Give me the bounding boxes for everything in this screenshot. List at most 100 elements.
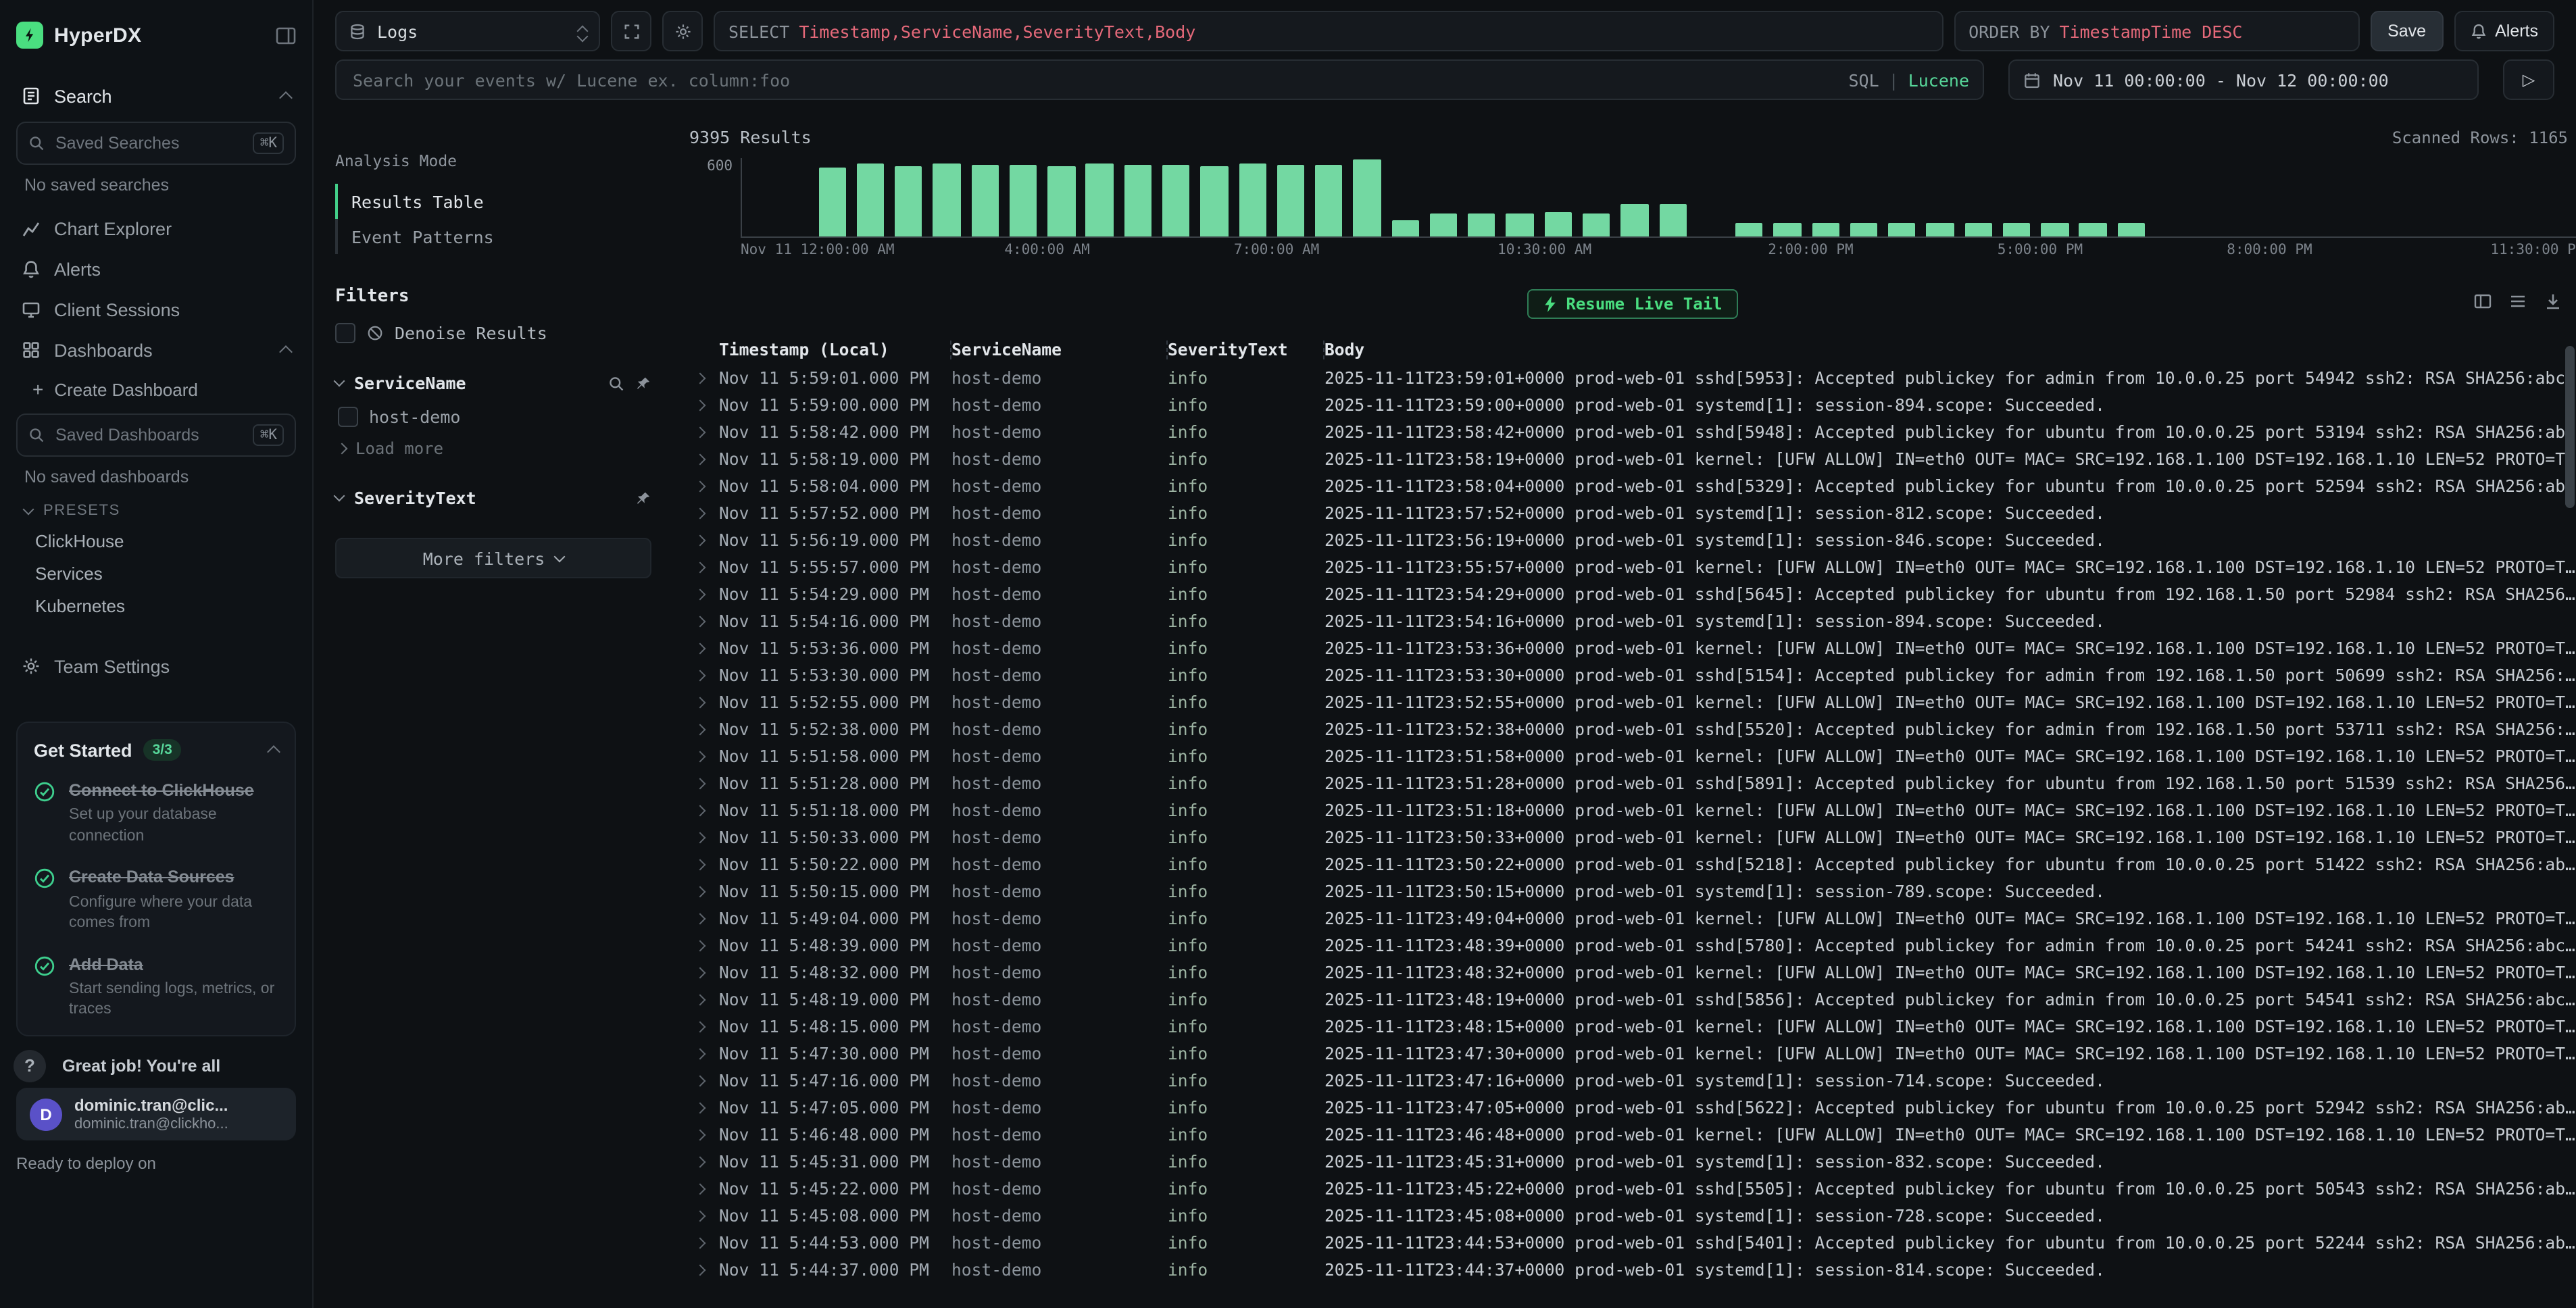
histogram-bar[interactable]: [1659, 205, 1687, 236]
table-row[interactable]: Nov 11 5:44:37.000 PM host-demo info 202…: [689, 1257, 2576, 1284]
get-started-item[interactable]: Connect to ClickHouse Set up your databa…: [34, 780, 278, 848]
load-more-button[interactable]: Load more: [335, 439, 651, 458]
histogram-bar[interactable]: [1506, 213, 1534, 236]
scrollbar-thumb[interactable]: [2565, 346, 2575, 508]
event-search-field[interactable]: SQL | Lucene: [335, 59, 1984, 100]
expand-row-button[interactable]: [689, 428, 719, 436]
expand-row-button[interactable]: [689, 969, 719, 977]
expand-row-button[interactable]: [689, 1077, 719, 1085]
denoise-results-checkbox[interactable]: Denoise Results: [335, 323, 651, 343]
table-row[interactable]: Nov 11 5:50:22.000 PM host-demo info 202…: [689, 851, 2576, 878]
histogram-bar[interactable]: [1964, 224, 1992, 236]
table-row[interactable]: Nov 11 5:45:08.000 PM host-demo info 202…: [689, 1203, 2576, 1230]
facet-severitytext-header[interactable]: SeverityText: [335, 488, 651, 508]
histogram-bar[interactable]: [1010, 165, 1037, 236]
run-query-button[interactable]: ▷: [2503, 59, 2554, 100]
histogram-bar[interactable]: [2079, 223, 2107, 236]
mode-event-patterns[interactable]: Event Patterns: [335, 219, 651, 254]
table-row[interactable]: Nov 11 5:50:33.000 PM host-demo info 202…: [689, 824, 2576, 851]
sql-mode-option[interactable]: SQL: [1848, 70, 1879, 90]
search-input[interactable]: [350, 68, 1837, 91]
expand-view-button[interactable]: [611, 11, 651, 51]
histogram-bar[interactable]: [895, 166, 922, 236]
histogram-bar[interactable]: [1583, 213, 1610, 236]
histogram-bar[interactable]: [1468, 213, 1495, 236]
scrollbar[interactable]: [2565, 130, 2575, 1305]
chevron-up-icon[interactable]: [267, 745, 280, 759]
table-row[interactable]: Nov 11 5:47:30.000 PM host-demo info 202…: [689, 1040, 2576, 1067]
histogram-bar[interactable]: [1086, 164, 1114, 236]
table-row[interactable]: Nov 11 5:58:04.000 PM host-demo info 202…: [689, 473, 2576, 500]
histogram-bar[interactable]: [1812, 224, 1839, 236]
expand-row-button[interactable]: [689, 509, 719, 518]
histogram-bar[interactable]: [2041, 224, 2069, 236]
expand-row-button[interactable]: [689, 482, 719, 490]
table-row[interactable]: Nov 11 5:50:15.000 PM host-demo info 202…: [689, 878, 2576, 905]
histogram-bar[interactable]: [1277, 165, 1305, 236]
query-language-toggle[interactable]: SQL | Lucene: [1848, 70, 1969, 90]
expand-row-button[interactable]: [689, 1023, 719, 1031]
sidebar-item-chart-explorer[interactable]: Chart Explorer: [16, 208, 296, 249]
expand-row-button[interactable]: [689, 834, 719, 842]
table-row[interactable]: Nov 11 5:53:36.000 PM host-demo info 202…: [689, 635, 2576, 662]
expand-row-button[interactable]: [689, 536, 719, 545]
table-row[interactable]: Nov 11 5:58:42.000 PM host-demo info 202…: [689, 419, 2576, 446]
source-settings-button[interactable]: [662, 11, 703, 51]
select-columns-input[interactable]: SELECT Timestamp,ServiceName,SeverityTex…: [714, 11, 1943, 51]
expand-row-button[interactable]: [689, 672, 719, 680]
save-button[interactable]: Save: [2370, 11, 2444, 51]
expand-row-button[interactable]: [689, 888, 719, 896]
expand-row-button[interactable]: [689, 563, 719, 572]
facet-search-icon[interactable]: [608, 375, 624, 391]
table-row[interactable]: Nov 11 5:56:19.000 PM host-demo info 202…: [689, 527, 2576, 554]
source-select[interactable]: Logs: [335, 11, 600, 51]
sidebar-item-team-settings[interactable]: Team Settings: [16, 646, 296, 686]
histogram-bar[interactable]: [1354, 159, 1381, 236]
download-icon[interactable]: [2544, 292, 2562, 311]
expand-row-button[interactable]: [689, 1050, 719, 1058]
expand-row-button[interactable]: [689, 753, 719, 761]
expand-row-button[interactable]: [689, 1158, 719, 1166]
get-started-item[interactable]: Add Data Start sending logs, metrics, or…: [34, 953, 278, 1022]
expand-row-button[interactable]: [689, 1131, 719, 1139]
more-filters-button[interactable]: More filters: [335, 538, 651, 578]
user-menu[interactable]: D dominic.tran@clic... dominic.tran@clic…: [16, 1088, 296, 1140]
table-settings-icon[interactable]: [2473, 292, 2492, 311]
column-header-servicename[interactable]: ServiceName: [951, 341, 1168, 359]
orderby-input[interactable]: ORDER BY TimestampTime DESC: [1954, 11, 2359, 51]
presets-section[interactable]: PRESETS: [24, 503, 296, 519]
expand-row-button[interactable]: [689, 374, 719, 382]
histogram-bar[interactable]: [857, 164, 885, 236]
create-dashboard-button[interactable]: + Create Dashboard: [27, 370, 296, 408]
table-row[interactable]: Nov 11 5:48:32.000 PM host-demo info 202…: [689, 959, 2576, 986]
histogram-bar[interactable]: [1544, 212, 1572, 236]
expand-row-button[interactable]: [689, 1266, 719, 1274]
get-started-item[interactable]: Create Data Sources Configure where your…: [34, 867, 278, 935]
table-row[interactable]: Nov 11 5:44:53.000 PM host-demo info 202…: [689, 1230, 2576, 1257]
sidebar-item-dashboards[interactable]: Dashboards: [16, 330, 296, 370]
table-row[interactable]: Nov 11 5:59:01.000 PM host-demo info 202…: [689, 365, 2576, 392]
expand-row-button[interactable]: [689, 590, 719, 599]
histogram-bar[interactable]: [1201, 166, 1229, 236]
table-row[interactable]: Nov 11 5:46:48.000 PM host-demo info 202…: [689, 1122, 2576, 1149]
expand-row-button[interactable]: [689, 915, 719, 923]
histogram-bar[interactable]: [818, 168, 846, 236]
saved-dashboards-input[interactable]: Saved Dashboards ⌘K: [16, 413, 296, 457]
pin-icon[interactable]: [635, 490, 651, 506]
table-row[interactable]: Nov 11 5:57:52.000 PM host-demo info 202…: [689, 500, 2576, 527]
histogram-bar[interactable]: [1850, 223, 1878, 236]
histogram-bar[interactable]: [933, 164, 961, 236]
expand-row-button[interactable]: [689, 1212, 719, 1220]
table-row[interactable]: Nov 11 5:52:55.000 PM host-demo info 202…: [689, 689, 2576, 716]
histogram-bar[interactable]: [1735, 224, 1763, 236]
preset-clickhouse[interactable]: ClickHouse: [16, 524, 296, 557]
histogram-bar[interactable]: [1927, 223, 1954, 236]
table-row[interactable]: Nov 11 5:58:19.000 PM host-demo info 202…: [689, 446, 2576, 473]
table-row[interactable]: Nov 11 5:45:22.000 PM host-demo info 202…: [689, 1176, 2576, 1203]
expand-row-button[interactable]: [689, 1185, 719, 1193]
expand-row-button[interactable]: [689, 996, 719, 1004]
histogram-bar[interactable]: [2003, 223, 2031, 236]
alerts-button[interactable]: Alerts: [2454, 11, 2554, 51]
preset-kubernetes[interactable]: Kubernetes: [16, 589, 296, 622]
resume-live-tail-button[interactable]: Resume Live Tail: [1527, 289, 1738, 319]
